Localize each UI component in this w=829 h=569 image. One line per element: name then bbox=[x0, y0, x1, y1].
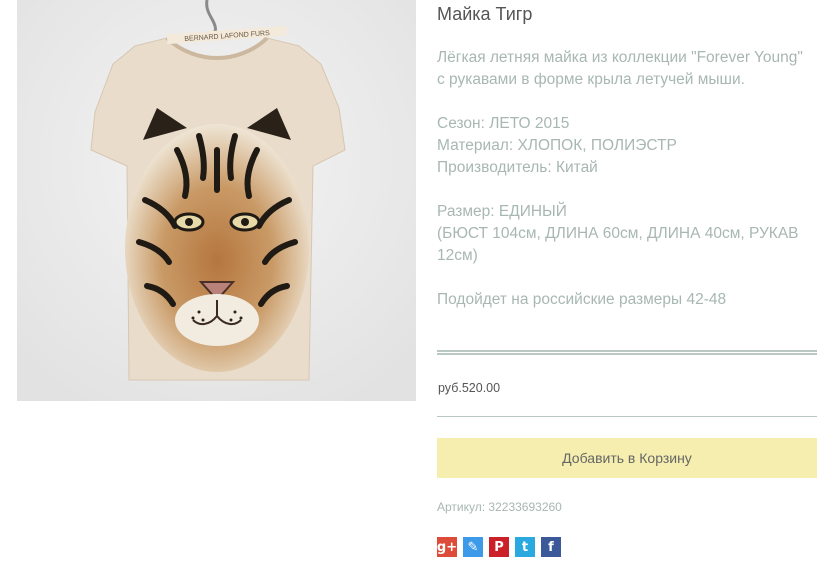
size-text: Размер: ЕДИНЫЙ bbox=[437, 203, 567, 220]
twitter-icon[interactable]: t bbox=[515, 537, 535, 557]
facebook-icon[interactable]: f bbox=[541, 537, 561, 557]
measurements-text: (БЮСТ 104см, ДЛИНА 60см, ДЛИНА 40см, РУК… bbox=[437, 225, 799, 264]
season-text: Сезон: ЛЕТО 2015 bbox=[437, 115, 570, 132]
share-buttons: g+ ✎ P t f bbox=[437, 537, 561, 557]
sku: Артикул: 32233693260 bbox=[437, 500, 562, 514]
sku-label: Артикул: bbox=[437, 500, 486, 514]
tshirt-illustration: BERNARD LAFOND FURS bbox=[17, 0, 416, 401]
pinterest-icon[interactable]: P bbox=[489, 537, 509, 557]
sku-value: 32233693260 bbox=[488, 500, 562, 514]
divider bbox=[437, 350, 817, 355]
google-plus-icon[interactable]: g+ bbox=[437, 537, 457, 557]
product-description: Лёгкая летняя майка из коллекции "Foreve… bbox=[437, 47, 809, 311]
divider bbox=[437, 416, 817, 417]
add-to-cart-button[interactable]: Добавить в Корзину bbox=[437, 438, 817, 478]
livejournal-icon[interactable]: ✎ bbox=[463, 537, 483, 557]
fits-text: Подойдет на российские размеры 42-48 bbox=[437, 291, 727, 308]
description-text: Лёгкая летняя майка из коллекции "Foreve… bbox=[437, 49, 803, 88]
product-title: Майка Тигр bbox=[437, 4, 533, 24]
product-price: руб.520.00 bbox=[438, 381, 501, 395]
maker-text: Производитель: Китай bbox=[437, 159, 598, 176]
material-text: Материал: ХЛОПОК, ПОЛИЭСТР bbox=[437, 137, 677, 154]
product-image[interactable]: BERNARD LAFOND FURS bbox=[17, 0, 416, 401]
